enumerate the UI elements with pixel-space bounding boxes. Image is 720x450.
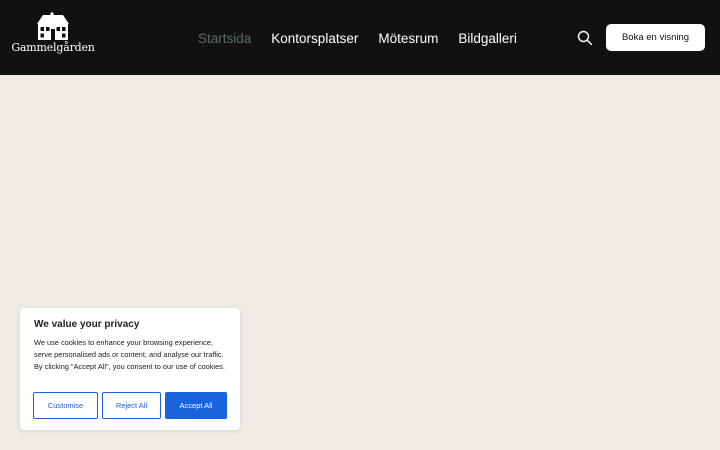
cookie-consent-banner: We value your privacy We use cookies to …	[20, 308, 240, 430]
house-logo-icon	[37, 12, 69, 40]
book-viewing-button[interactable]: Boka en visning	[606, 24, 705, 51]
main-nav: Startsida Kontorsplatser Mötesrum Bildga…	[198, 28, 537, 48]
nav-item-bildgalleri[interactable]: Bildgalleri	[458, 31, 517, 46]
cookie-title: We value your privacy	[34, 319, 140, 330]
search-button[interactable]	[576, 29, 594, 47]
nav-item-motesrum[interactable]: Mötesrum	[378, 31, 438, 46]
reject-all-button[interactable]: Reject All	[102, 392, 161, 419]
page: Gammelgården Startsida Kontorsplatser Mö…	[0, 0, 720, 450]
accept-all-button[interactable]: Accept All	[165, 392, 227, 419]
search-icon	[577, 30, 593, 46]
site-header: Gammelgården Startsida Kontorsplatser Mö…	[0, 0, 720, 75]
nav-item-kontorsplatser[interactable]: Kontorsplatser	[271, 31, 358, 46]
logo[interactable]: Gammelgården	[11, 12, 95, 58]
nav-item-startsida[interactable]: Startsida	[198, 31, 251, 46]
cookie-button-row: Customise Reject All Accept All	[33, 392, 227, 419]
customise-button[interactable]: Customise	[33, 392, 98, 419]
brand-name: Gammelgården	[11, 41, 95, 54]
cookie-description: We use cookies to enhance your browsing …	[34, 338, 225, 371]
